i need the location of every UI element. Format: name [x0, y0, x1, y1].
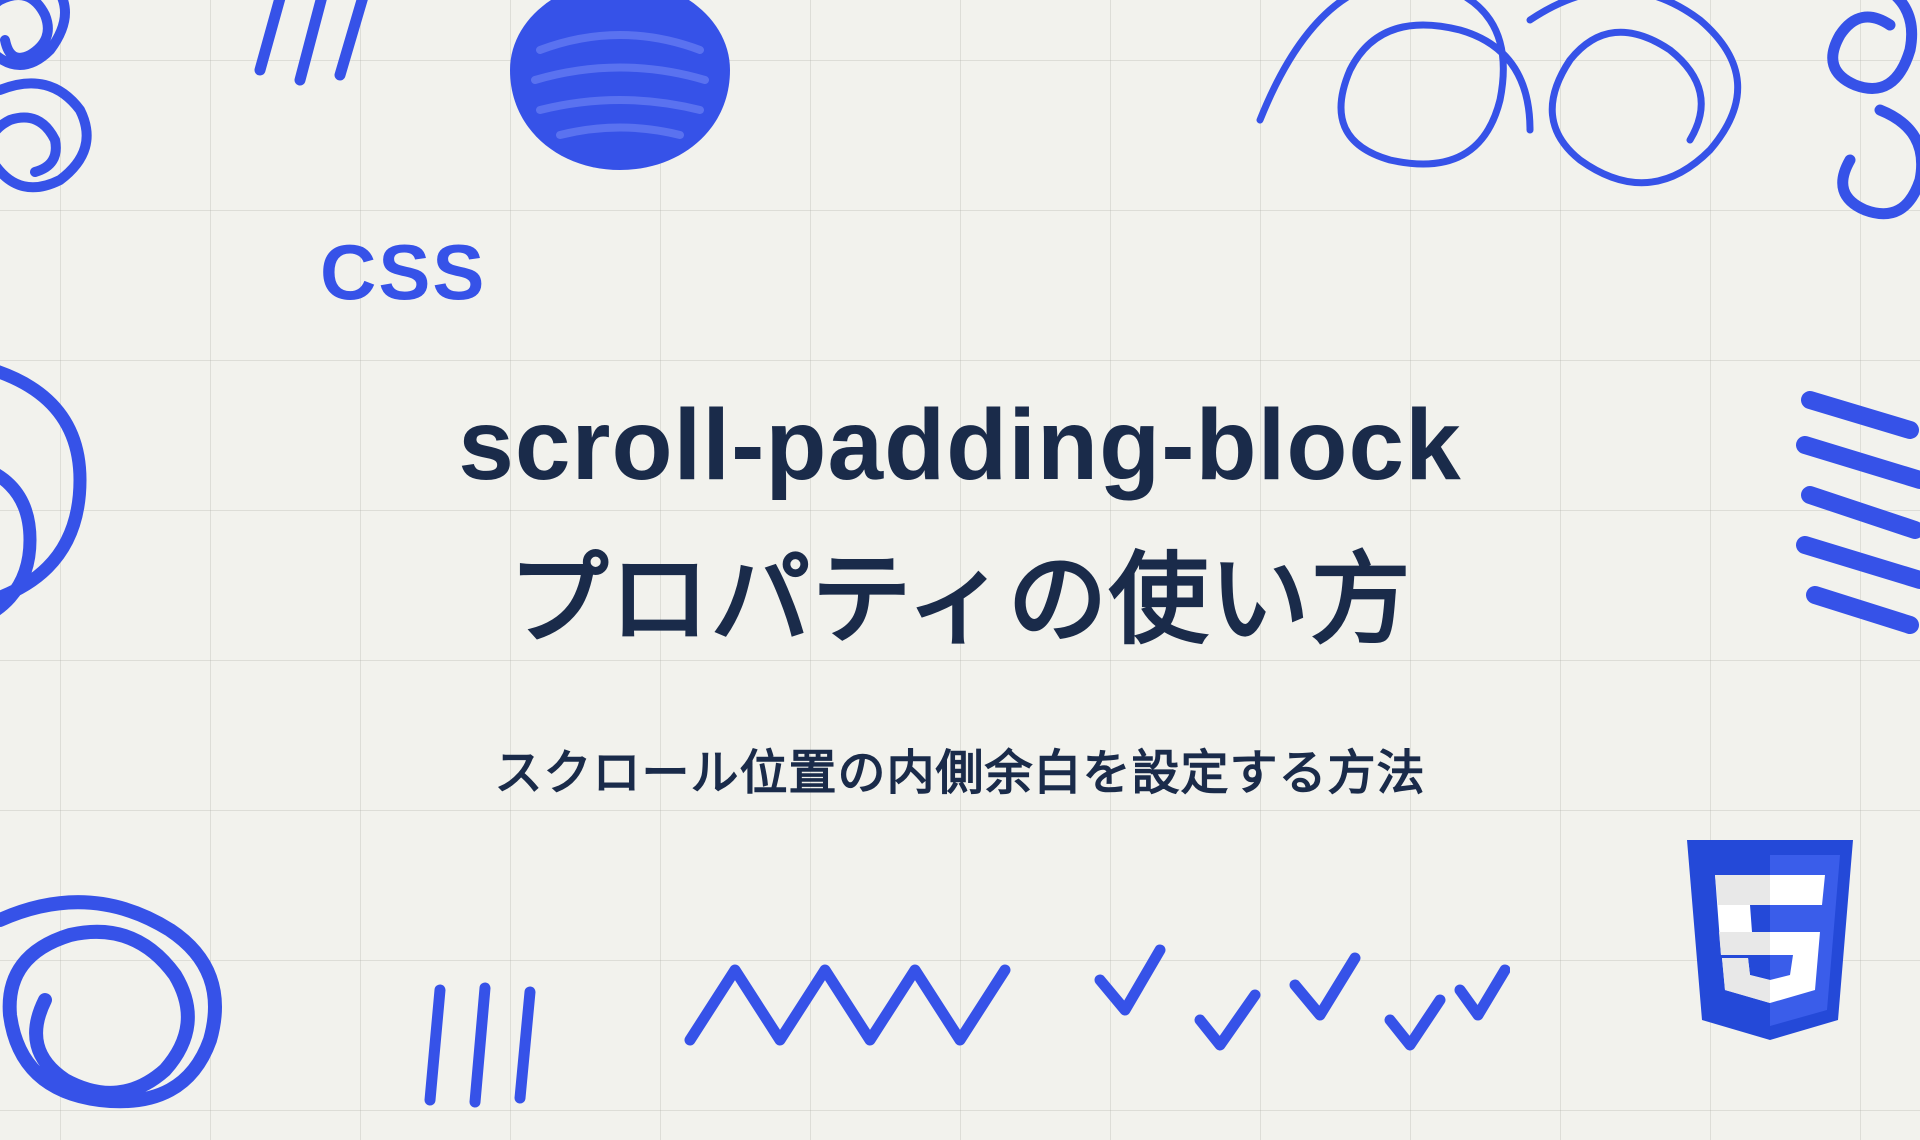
title-line-2: プロパティの使い方 [509, 544, 1412, 656]
category-label: CSS [320, 227, 486, 318]
title-line-1: scroll-padding-block [458, 389, 1461, 501]
subtitle: スクロール位置の内側余白を設定する方法 [494, 733, 1425, 803]
css3-logo-icon [1675, 840, 1865, 1055]
content-area: CSS scroll-padding-block プロパティの使い方 スクロール… [0, 0, 1920, 1080]
main-title: scroll-padding-block プロパティの使い方 [458, 368, 1461, 678]
